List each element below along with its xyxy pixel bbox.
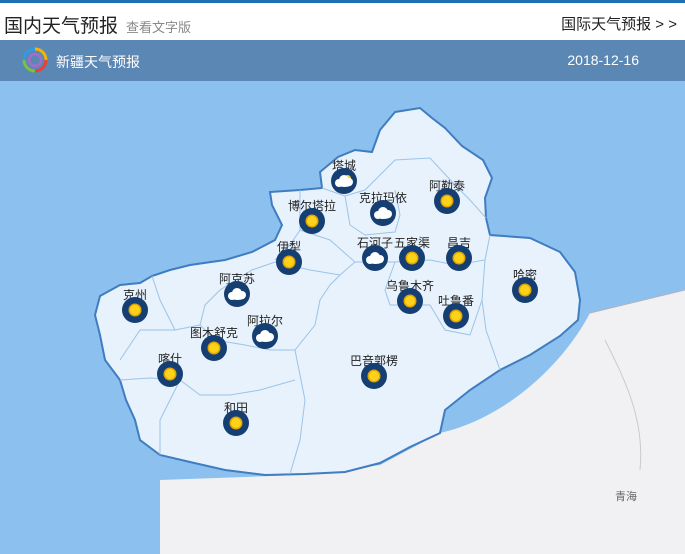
cloud-glyph xyxy=(228,287,246,301)
sun-icon[interactable] xyxy=(443,303,469,329)
international-forecast-link[interactable]: 国际天气预报 > > xyxy=(561,13,677,34)
forecast-date: 2018-12-16 xyxy=(567,52,639,68)
cloud-puff xyxy=(368,258,383,264)
map-canvas: 青海 xyxy=(0,81,685,554)
cloud-glyph xyxy=(256,329,274,343)
sun-glyph xyxy=(369,371,379,381)
header: 国内天气预报 查看文字版 国际天气预报 > > xyxy=(0,3,685,40)
sun-icon[interactable] xyxy=(157,361,183,387)
cloud-icon[interactable] xyxy=(224,281,250,307)
cloud-puff xyxy=(337,181,352,187)
sun-glyph xyxy=(442,196,452,206)
page-title: 国内天气预报 xyxy=(4,16,119,37)
region-title: 新疆天气预报 xyxy=(56,54,140,70)
sun-glyph xyxy=(165,369,175,379)
cloud-icon[interactable] xyxy=(370,200,396,226)
weather-map: 青海 塔城 阿勒泰 克拉玛依 博尔塔拉 伊犁 石河子 五家渠 昌吉 哈密 阿克苏 乌鲁木齐 吐鲁番 克州… xyxy=(0,81,685,554)
sun-icon[interactable] xyxy=(446,245,472,271)
sun-icon[interactable] xyxy=(122,297,148,323)
sun-icon[interactable] xyxy=(361,363,387,389)
sun-glyph xyxy=(231,418,241,428)
sun-icon[interactable] xyxy=(223,410,249,436)
cloud-icon[interactable] xyxy=(252,323,278,349)
cloud-glyph xyxy=(366,251,384,265)
sun-glyph xyxy=(307,216,317,226)
cloud-glyph xyxy=(374,206,392,220)
text-version-link[interactable]: 查看文字版 xyxy=(126,17,191,36)
sun-icon[interactable] xyxy=(434,188,460,214)
region-bar: 新疆天气预报 2018-12-16 xyxy=(0,40,685,81)
cloud-puff xyxy=(230,294,245,300)
sun-glyph xyxy=(130,305,140,315)
sun-glyph xyxy=(454,253,464,263)
weather-logo-icon xyxy=(22,47,48,73)
neighbor-label: 青海 xyxy=(615,489,637,503)
sun-glyph xyxy=(209,343,219,353)
sun-glyph xyxy=(284,257,294,267)
sun-icon[interactable] xyxy=(299,208,325,234)
sun-glyph xyxy=(407,253,417,263)
sun-icon[interactable] xyxy=(512,277,538,303)
sun-glyph xyxy=(451,311,461,321)
sun-glyph xyxy=(520,285,530,295)
cloud-glyph xyxy=(335,174,353,188)
sun-icon[interactable] xyxy=(276,249,302,275)
sun-glyph xyxy=(405,296,415,306)
cloud-puff xyxy=(258,336,273,342)
cloud-puff xyxy=(376,213,391,219)
